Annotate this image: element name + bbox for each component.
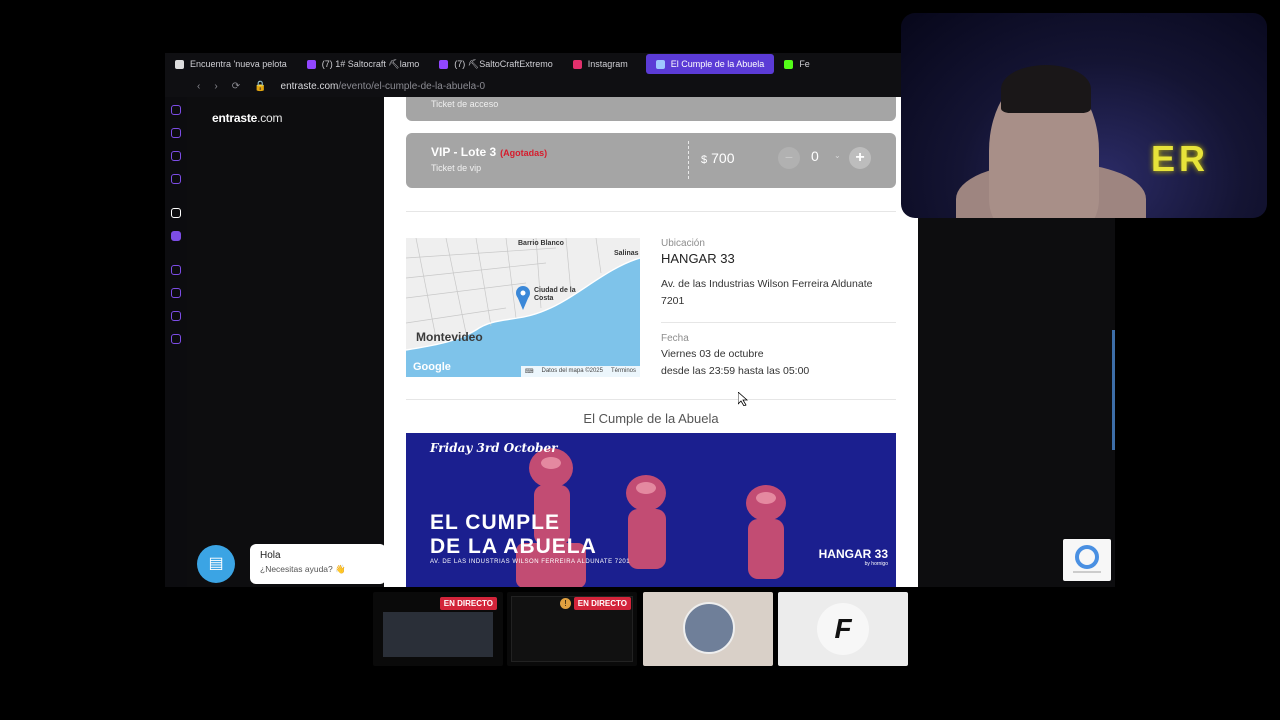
date-label: Fecha <box>661 333 689 344</box>
divider <box>406 399 896 400</box>
event-banner: Friday 3rd October EL CUMPLE DE LA ABUEL… <box>406 433 896 587</box>
ticket-vip: VIP - Lote 3 (Agotadas) Ticket de vip $70… <box>406 133 896 188</box>
venue-address: Av. de las Industrias Wilson Ferreira Al… <box>661 278 873 307</box>
address-bar[interactable]: ‹ › ⟳ 🔒 entraste.com/evento/el-cumple-de… <box>165 75 905 97</box>
thumbnail-preview <box>383 612 493 657</box>
streamer-headset <box>1001 65 1091 113</box>
banner-address: AV. DE LAS INDUSTRIAS WILSON FERREIRA AL… <box>430 559 631 565</box>
browser-sidebar <box>165 97 187 587</box>
cursor-icon <box>738 392 748 406</box>
ticket-divider <box>688 141 689 179</box>
chat-bubble[interactable]: Hola ¿Necesitas ayuda? 👋 <box>250 544 386 584</box>
tab-saltocraft-2[interactable]: (7) ⛏SaltoCraftExtremo <box>429 54 562 74</box>
avatar <box>683 602 735 654</box>
ticket-desc: Ticket de acceso <box>431 99 499 109</box>
twitch-icon[interactable] <box>171 231 181 241</box>
reload-icon[interactable]: ⟳ <box>232 81 240 92</box>
warning-icon: ! <box>560 598 571 609</box>
sidebar-icon-5[interactable] <box>171 208 181 218</box>
right-margin <box>918 218 1115 587</box>
ticket-price: $700 <box>701 150 735 166</box>
tab-saltocraft-1[interactable]: (7) 1# Saltocraft ⛏lamo <box>297 54 429 74</box>
ticket-name: VIP - Lote 3 (Agotadas) <box>431 145 548 159</box>
live-badge: EN DIRECTO <box>439 597 497 610</box>
quantity-value[interactable]: 0 <box>811 148 819 164</box>
location-map[interactable]: Barrio Blanco Ciudad de la Costa Salinas… <box>406 238 640 377</box>
chat-button[interactable]: ▤ <box>197 545 235 583</box>
back-icon[interactable]: ‹ <box>197 81 200 92</box>
keyboard-icon[interactable]: ⌨ <box>525 368 534 375</box>
sidebar-icon-2[interactable] <box>171 128 181 138</box>
letter-thumbnail[interactable]: F <box>778 592 908 666</box>
instagram-icon <box>572 59 582 69</box>
sidebar-icon-3[interactable] <box>171 151 181 161</box>
tiktok-icon <box>175 59 184 69</box>
chat-icon: ▤ <box>208 555 224 572</box>
event-time: desde las 23:59 hasta las 05:00 <box>661 365 810 377</box>
ticket-access: Ticket de acceso <box>406 97 896 121</box>
location-label: Ubicación <box>661 238 705 249</box>
site-logo[interactable]: entraste.com <box>212 111 283 125</box>
google-logo: Google <box>413 361 451 373</box>
url-host: entraste.com <box>280 80 339 92</box>
site-header-area: entraste.com <box>187 97 384 587</box>
sidebar-icon-4[interactable] <box>171 174 181 184</box>
twitch-icon <box>439 59 449 69</box>
tab-kick[interactable]: Fe <box>774 54 820 74</box>
decrease-button[interactable]: − <box>778 147 800 169</box>
event-info: Ubicación HANGAR 33 Av. de las Industria… <box>661 238 896 380</box>
chat-prompt: ¿Necesitas ayuda? 👋 <box>260 564 346 574</box>
divider <box>661 322 896 323</box>
increase-button[interactable]: + <box>849 147 871 169</box>
soldout-badge: (Agotadas) <box>500 148 548 158</box>
url-path: /evento/el-cumple-de-la-abuela-0 <box>338 80 486 92</box>
banner-headline: EL CUMPLE DE LA ABUELA <box>430 511 597 558</box>
map-label: Ciudad de la Costa <box>534 287 576 302</box>
map-label: Barrio Blanco <box>518 240 564 247</box>
tab-instagram[interactable]: Instagram <box>563 54 638 74</box>
sidebar-icon-1[interactable] <box>171 105 181 115</box>
lock-icon: 🔒 <box>254 80 267 92</box>
banner-venue: HANGAR 33 by hornigo <box>818 547 888 567</box>
sidebar-icon-9[interactable] <box>171 311 181 321</box>
tab-search[interactable]: Encuentra 'nueva pelota <box>165 54 297 74</box>
map-streets <box>406 238 640 351</box>
stream-scene: Encuentra 'nueva pelota (7) 1# Saltocraf… <box>0 0 1280 720</box>
forward-icon[interactable]: › <box>214 81 217 92</box>
ticket-desc: Ticket de vip <box>431 163 482 173</box>
settings-icon[interactable] <box>171 334 181 344</box>
map-city-label: Montevideo <box>416 330 483 344</box>
profile-thumbnail[interactable] <box>643 592 773 666</box>
stream-thumbnail[interactable]: ! EN DIRECTO <box>507 592 637 666</box>
tab-event[interactable]: El Cumple de la Abuela <box>645 54 775 74</box>
stream-thumbnail[interactable]: EN DIRECTO <box>373 592 503 666</box>
map-attribution: ⌨ Datos del mapa ©2025 Términos <box>520 366 640 377</box>
neon-sign: ER <box>1151 138 1210 179</box>
venue-name: HANGAR 33 <box>661 251 735 266</box>
event-page: Ticket de acceso VIP - Lote 3 (Agotadas) … <box>384 97 918 587</box>
map-terms-link[interactable]: Términos <box>611 368 636 375</box>
map-label: Salinas <box>614 250 639 257</box>
twitch-icon <box>306 59 316 69</box>
divider <box>406 211 896 212</box>
letter-avatar: F <box>817 603 869 655</box>
recaptcha-badge[interactable] <box>1063 539 1111 581</box>
banner-date: Friday 3rd October <box>430 441 558 455</box>
browser-tab-bar: Encuentra 'nueva pelota (7) 1# Saltocraf… <box>165 53 905 75</box>
sidebar-icon-8[interactable] <box>171 288 181 298</box>
sidebar-icon-7[interactable] <box>171 265 181 275</box>
event-day: Viernes 03 de octubre <box>661 348 764 360</box>
chat-greeting: Hola <box>260 550 281 561</box>
ticket-icon <box>655 59 665 69</box>
chevron-down-icon: ⌄ <box>834 151 841 160</box>
live-badge: EN DIRECTO <box>573 597 631 610</box>
kick-icon <box>784 59 794 69</box>
scrollbar[interactable] <box>1112 330 1115 450</box>
event-title: El Cumple de la Abuela <box>583 411 719 426</box>
recaptcha-icon <box>1073 545 1101 573</box>
webcam-overlay: ER <box>901 13 1267 218</box>
